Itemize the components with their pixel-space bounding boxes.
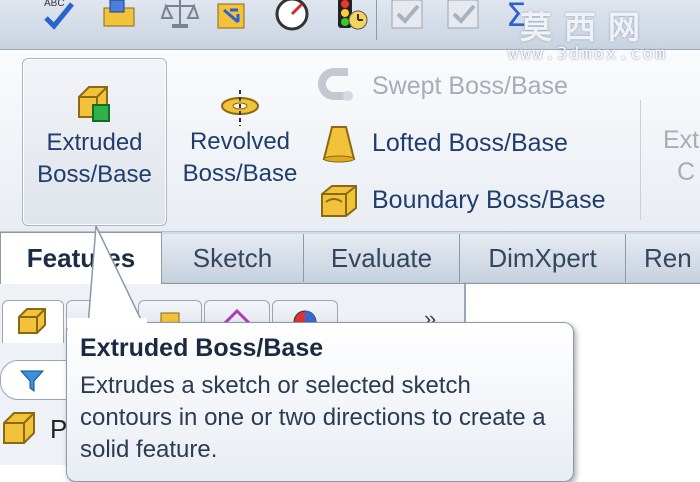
tree-root-label: P bbox=[50, 414, 68, 444]
filter-icon bbox=[19, 370, 45, 392]
check-icon[interactable] bbox=[444, 0, 484, 34]
extruded-boss-base-button[interactable]: Extruded Boss/Base bbox=[22, 58, 167, 226]
check-icon[interactable] bbox=[388, 0, 428, 34]
extruded-boss-icon bbox=[78, 86, 110, 122]
watermark-title: 莫西网 bbox=[520, 8, 653, 46]
lofted-label: Lofted Boss/Base bbox=[372, 128, 568, 157]
spell-check-icon[interactable]: ABC bbox=[40, 0, 80, 34]
timer-icon[interactable] bbox=[330, 0, 370, 34]
extruded-cut-label-line1: Ext bbox=[663, 126, 700, 154]
swept-boss-icon bbox=[318, 68, 353, 101]
revolved-label-line1: Revolved bbox=[189, 128, 291, 155]
part-icon bbox=[3, 412, 35, 444]
measure-icon[interactable] bbox=[100, 0, 140, 34]
section-icon[interactable] bbox=[214, 0, 254, 34]
revolved-boss-icon bbox=[221, 90, 259, 126]
tooltip-pointer bbox=[87, 226, 145, 326]
svg-text:ABC: ABC bbox=[44, 0, 65, 9]
extruded-label-line2: Boss/Base bbox=[37, 161, 152, 188]
top-toolbar: ABC Σ 莫西网 bbox=[0, 0, 700, 50]
revolved-boss-base-button[interactable]: Revolved Boss/Base bbox=[172, 58, 308, 226]
boundary-label: Boundary Boss/Base bbox=[372, 185, 606, 214]
feature-tree-icon bbox=[18, 308, 46, 334]
mass-properties-icon[interactable] bbox=[160, 0, 200, 34]
extruded-label-line1: Extruded bbox=[46, 129, 143, 156]
lofted-boss-icon bbox=[322, 126, 356, 163]
lofted-boss-base-button[interactable]: Lofted Boss/Base bbox=[318, 121, 568, 165]
tab-dimxpert[interactable]: DimXpert bbox=[460, 234, 626, 282]
boundary-boss-icon bbox=[321, 185, 357, 217]
revolved-label-line2: Boss/Base bbox=[182, 160, 298, 187]
tooltip-title: Extruded Boss/Base bbox=[80, 334, 324, 362]
swept-boss-base-button[interactable]: Swept Boss/Base bbox=[318, 64, 568, 108]
swept-label: Swept Boss/Base bbox=[372, 71, 568, 100]
tab-sketch[interactable]: Sketch bbox=[162, 234, 304, 282]
boundary-boss-base-button[interactable]: Boundary Boss/Base bbox=[318, 178, 605, 222]
feature-manager-tab[interactable] bbox=[2, 300, 64, 343]
performance-icon[interactable] bbox=[272, 0, 312, 34]
extruded-cut-button[interactable]: Ext C bbox=[640, 100, 700, 220]
tooltip-pointer-join bbox=[67, 318, 147, 328]
watermark-url: www.3dmox.com bbox=[508, 44, 668, 64]
tooltip-body: Extrudes a sketch or selected sketch con… bbox=[80, 372, 546, 463]
extruded-cut-label-line2: C bbox=[677, 158, 696, 186]
tab-render-tools[interactable]: Ren bbox=[626, 234, 700, 282]
tab-evaluate[interactable]: Evaluate bbox=[304, 234, 460, 282]
